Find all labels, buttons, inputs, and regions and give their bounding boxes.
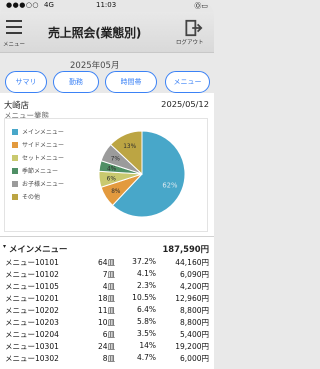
legend-swatch xyxy=(12,129,18,135)
pie-label-1: 8% xyxy=(111,189,121,195)
tab-attendance[interactable]: 勤務 xyxy=(53,71,99,93)
row-amount: 5,400円 xyxy=(180,330,209,339)
table-row: メニュー10102 7皿 4.1% 6,090円 xyxy=(0,269,214,280)
legend-swatch xyxy=(12,194,18,200)
row-name: メニュー10302 xyxy=(5,354,59,363)
legend-swatch xyxy=(12,155,18,161)
chevron-down-icon: ▾ xyxy=(3,243,7,250)
legend-swatch xyxy=(12,181,18,187)
row-name: メニュー10202 xyxy=(5,306,59,315)
row-pct: 10.5% xyxy=(132,293,156,302)
row-name: メニュー10203 xyxy=(5,318,59,327)
table-row: メニュー10302 8皿 4.7% 6,000円 xyxy=(0,353,214,364)
row-pct: 5.8% xyxy=(136,317,156,326)
row-pct: 4.7% xyxy=(136,353,156,362)
table-row: メニュー10301 24皿 14% 19,200円 xyxy=(0,341,214,352)
tab-menu[interactable]: メニュー xyxy=(165,71,210,93)
row-name: メニュー10201 xyxy=(5,294,59,303)
row-name: メニュー10301 xyxy=(5,342,59,351)
pie-label-2: 6% xyxy=(107,176,117,182)
menu-label: メニュー xyxy=(3,42,26,48)
battery-indicator: Ⓞ▭ xyxy=(194,2,208,10)
row-qty: 8皿 xyxy=(102,354,115,363)
table-row: メニュー10202 11皿 6.4% 8,800円 xyxy=(0,305,214,316)
row-amount: 8,800円 xyxy=(180,306,209,315)
table-row: メニュー10101 64皿 37.2% 44,160円 xyxy=(0,257,214,268)
phone-screen: ●●●○○ 4G 11:03 Ⓞ▭ メニュー 売上照会(業態別) ログアウト 2… xyxy=(0,0,214,369)
clock: 11:03 xyxy=(96,1,117,9)
group-header[interactable]: ▾ メインメニュー 187,590円 xyxy=(0,242,214,255)
pie-label-5: 13% xyxy=(123,144,136,150)
row-pct: 3.5% xyxy=(136,329,156,338)
row-amount: 19,200円 xyxy=(175,342,209,351)
row-amount: 8,800円 xyxy=(180,318,209,327)
row-qty: 7皿 xyxy=(102,270,115,279)
row-amount: 6,090円 xyxy=(180,270,209,279)
row-amount: 12,960円 xyxy=(175,294,209,303)
table-row: メニュー10203 10皿 5.8% 8,800円 xyxy=(0,317,214,328)
legend-label: セットメニュー xyxy=(22,155,65,162)
pie-label-0: 62% xyxy=(162,182,178,190)
legend-label: その他 xyxy=(22,194,41,201)
row-name: メニュー10105 xyxy=(5,282,59,291)
row-qty: 18皿 xyxy=(97,294,115,303)
signal-indicator: ●●●○○ xyxy=(6,1,40,9)
table-row: メニュー10204 6皿 3.5% 5,400円 xyxy=(0,329,214,340)
pie-chart: 62% 8% 6% 4% 7% 13% xyxy=(98,130,186,218)
page-title: 売上照会(業態別) xyxy=(48,26,142,40)
report-panel: 大崎店 2025/05/12 メニュー業態 メインメニュー サイドメニュー セッ… xyxy=(0,93,214,369)
report-date: 2025/05/12 xyxy=(161,99,209,109)
menu-breakdown-list: ▾ メインメニュー 187,590円 メニュー10101 64皿 37.2% 4… xyxy=(0,236,214,369)
row-pct: 6.4% xyxy=(136,305,156,314)
row-amount: 4,200円 xyxy=(180,282,209,291)
carrier-indicator: 4G xyxy=(44,1,54,9)
sales-chart-card: メインメニュー サイドメニュー セットメニュー 季節メニュー お子様メニュー そ… xyxy=(4,118,208,232)
row-name: メニュー10204 xyxy=(5,330,59,339)
row-pct: 14% xyxy=(139,341,156,350)
status-bar: ●●●○○ 4G 11:03 Ⓞ▭ xyxy=(0,0,214,12)
row-amount: 44,160円 xyxy=(175,258,209,267)
pie-label-4: 7% xyxy=(111,157,121,163)
row-pct: 37.2% xyxy=(132,257,156,266)
row-qty: 64皿 xyxy=(97,258,115,267)
tab-summary[interactable]: サマリ xyxy=(5,71,47,93)
group-label: メインメニュー xyxy=(9,244,68,254)
legend-label: 季節メニュー xyxy=(22,168,59,175)
menu-button[interactable]: メニュー xyxy=(3,18,26,48)
logout-button[interactable]: ログアウト xyxy=(176,16,210,48)
row-qty: 6皿 xyxy=(102,330,115,339)
row-pct: 2.3% xyxy=(136,281,156,290)
legend-swatch xyxy=(12,142,18,148)
group-total: 187,590円 xyxy=(162,244,209,254)
row-name: メニュー10102 xyxy=(5,270,59,279)
row-qty: 24皿 xyxy=(97,342,115,351)
legend-label: お子様メニュー xyxy=(22,181,65,188)
legend-label: サイドメニュー xyxy=(22,142,65,149)
tab-time-slot[interactable]: 時間帯 xyxy=(105,71,157,93)
table-row: メニュー10201 18皿 10.5% 12,960円 xyxy=(0,293,214,304)
top-nav: メニュー 売上照会(業態別) ログアウト xyxy=(0,12,214,53)
row-pct: 4.1% xyxy=(136,269,156,278)
logout-icon xyxy=(185,19,203,37)
row-amount: 6,000円 xyxy=(180,354,209,363)
legend-swatch xyxy=(12,168,18,174)
row-qty: 11皿 xyxy=(97,306,115,315)
legend-label: メインメニュー xyxy=(22,129,64,136)
row-name: メニュー10101 xyxy=(5,258,59,267)
table-row: メニュー10105 4皿 2.3% 4,200円 xyxy=(0,281,214,292)
pie-label-3: 4% xyxy=(107,167,117,173)
hamburger-icon xyxy=(6,20,22,34)
row-qty: 10皿 xyxy=(97,318,115,327)
row-qty: 4皿 xyxy=(102,282,115,291)
logout-label: ログアウト xyxy=(176,40,204,46)
